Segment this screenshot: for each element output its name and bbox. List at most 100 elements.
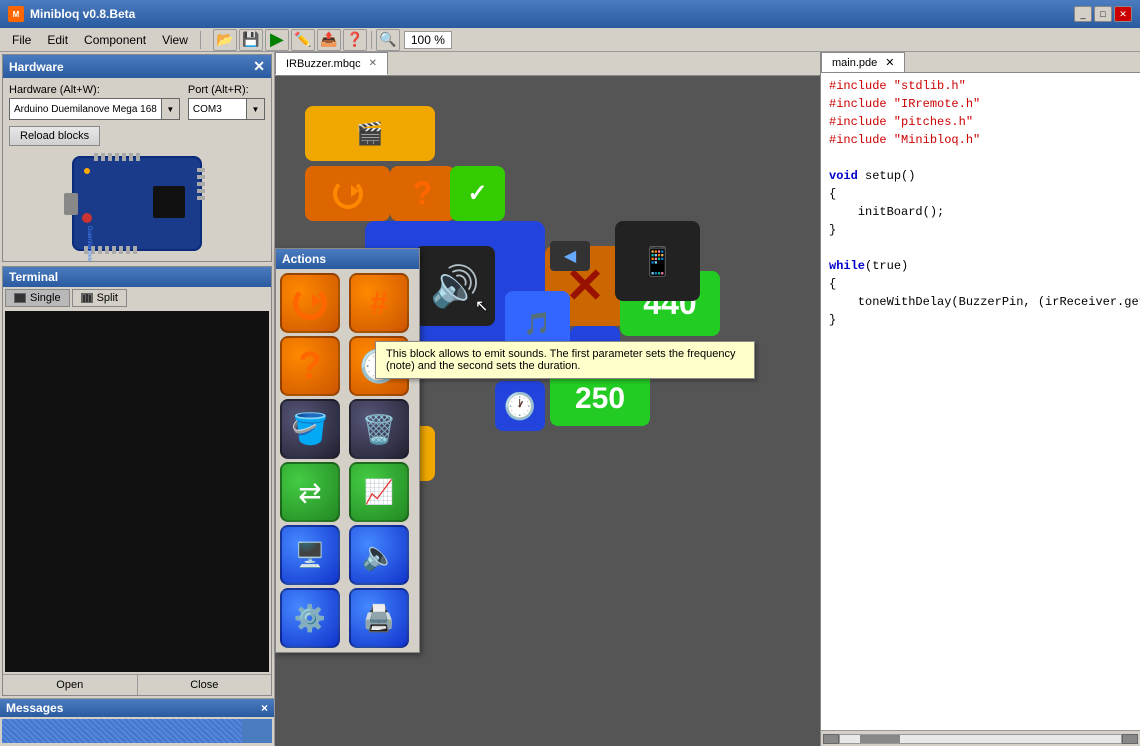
close-terminal-button[interactable]: Close (138, 675, 272, 695)
arrow-right-block[interactable]: ◀ (550, 241, 590, 271)
action-speaker-button[interactable]: 🔈 (349, 525, 409, 585)
port-value: COM3 (189, 104, 246, 115)
cylinder-icon: 🪣 (291, 412, 328, 447)
menu-bar: File Edit Component View 📂 💾 ▶ ✏️ 📤 ❓ 🔍 … (0, 28, 1140, 52)
hardware-title-label: Hardware (9, 60, 64, 74)
open-terminal-button[interactable]: Open (3, 675, 138, 695)
hardware-close-button[interactable]: ✕ (253, 58, 265, 75)
question-icon: ? (298, 345, 321, 388)
clock-block[interactable]: 🕐 (495, 381, 545, 431)
code-editor-body: #include "stdlib.h" #include "IRremote.h… (821, 73, 1140, 730)
block-tooltip: This block allows to emit sounds. The fi… (375, 341, 755, 379)
hardware-select[interactable]: Arduino Duemilanove Mega 168 ▼ (9, 98, 180, 120)
circular-block[interactable] (305, 166, 390, 221)
code-line-14: } (829, 311, 1132, 329)
code-line-5 (829, 149, 1132, 167)
menu-file[interactable]: File (4, 31, 39, 49)
hardware-section: Hardware ✕ Hardware (Alt+W): Arduino Due… (2, 54, 272, 262)
arduino-pins-left (197, 168, 205, 200)
upload-button[interactable]: 📤 (317, 29, 341, 51)
arduino-board-image: Duemilanove (72, 156, 202, 251)
printer-icon: 🖨️ (363, 603, 395, 634)
open-button[interactable]: 📂 (213, 29, 237, 51)
help-button[interactable]: ❓ (343, 29, 367, 51)
terminal-tab-split[interactable]: Split (72, 289, 127, 307)
messages-close-button[interactable]: × (261, 701, 268, 715)
code-line-9: } (829, 221, 1132, 239)
menu-view[interactable]: View (154, 31, 196, 49)
code-line-6: void setup() (829, 167, 1132, 185)
menu-edit[interactable]: Edit (39, 31, 76, 49)
run-button[interactable]: ▶ (265, 29, 289, 51)
code-line-2: #include "IRremote.h" (829, 95, 1132, 113)
arduino-usb (64, 193, 78, 215)
maximize-button[interactable]: □ (1094, 6, 1112, 22)
action-gear-button[interactable]: ⚙️ (280, 588, 340, 648)
num-250-block[interactable]: 250 (550, 371, 650, 426)
hardware-dropdown-arrow[interactable]: ▼ (161, 99, 179, 119)
editor-tab[interactable]: IRBuzzer.mbqc ✕ (275, 52, 388, 75)
action-printer-button[interactable]: 🖨️ (349, 588, 409, 648)
port-select[interactable]: COM3 ▼ (188, 98, 265, 120)
messages-stripes (2, 719, 272, 743)
edit-button[interactable]: ✏️ (291, 29, 315, 51)
hardware-body: Hardware (Alt+W): Arduino Duemilanove Me… (3, 78, 271, 261)
actions-panel: Actions # ? 🕐 🪣 🗑️ (275, 248, 420, 653)
action-hash-button[interactable]: # (349, 273, 409, 333)
action-rotate-button[interactable] (280, 273, 340, 333)
action-trash-button[interactable]: 🗑️ (349, 399, 409, 459)
action-cylinder-button[interactable]: 🪣 (280, 399, 340, 459)
zoom-level: 100 % (404, 31, 452, 49)
sound-symbol-icon: 🔊 (430, 263, 480, 310)
loop-block[interactable]: 🎬 (305, 106, 435, 161)
menu-component[interactable]: Component (76, 31, 154, 49)
messages-label: Messages (6, 701, 63, 715)
close-button[interactable]: ✕ (1114, 6, 1132, 22)
code-tab-close[interactable]: ✕ (885, 56, 894, 69)
code-horizontal-scrollbar[interactable] (821, 730, 1140, 746)
action-question-button[interactable]: ? (280, 336, 340, 396)
action-switch-button[interactable]: ⇄ (280, 462, 340, 522)
actions-title-label: Actions (282, 252, 326, 266)
circular-arrow-icon (333, 179, 363, 209)
toolbar: 📂 💾 ▶ ✏️ 📤 ❓ (213, 29, 367, 51)
save-button[interactable]: 💾 (239, 29, 263, 51)
code-line-12: { (829, 275, 1132, 293)
speaker-icon: 🔈 (362, 539, 397, 572)
zoom-icon[interactable]: 🔍 (376, 29, 400, 51)
toolbar-separator-2 (371, 31, 372, 49)
check-block[interactable]: ✓ (450, 166, 505, 221)
port-dropdown-arrow[interactable]: ▼ (246, 99, 264, 119)
chart-icon: 📈 (364, 478, 394, 507)
scroll-track[interactable] (839, 734, 1122, 744)
question-block[interactable]: ? (390, 166, 455, 221)
code-line-7: { (829, 185, 1132, 203)
monitor-icon: 🖥️ (295, 541, 325, 570)
action-monitor-button[interactable]: 🖥️ (280, 525, 340, 585)
arduino-chip (153, 186, 185, 218)
action-chart-button[interactable]: 📈 (349, 462, 409, 522)
hardware-label: Hardware (Alt+W): (9, 84, 180, 96)
window-controls[interactable]: _ □ ✕ (1074, 6, 1132, 22)
code-line-8: initBoard(); (829, 203, 1132, 221)
code-tab-main[interactable]: main.pde ✕ (821, 52, 905, 72)
hash-icon: # (370, 285, 388, 322)
terminal-title-bar: Terminal (3, 267, 271, 287)
terminal-tabs: Single Split (3, 287, 271, 309)
messages-title-bar: Messages × (0, 699, 274, 717)
code-tab-bar: main.pde ✕ (821, 52, 1140, 73)
reload-blocks-button[interactable]: Reload blocks (9, 126, 100, 146)
single-icon (14, 293, 26, 303)
ir-block[interactable]: 📱 (615, 221, 700, 301)
right-panel: main.pde ✕ #include "stdlib.h" #include … (820, 52, 1140, 746)
minimize-button[interactable]: _ (1074, 6, 1092, 22)
split-icon (81, 293, 93, 303)
terminal-tab-single[interactable]: Single (5, 289, 70, 307)
scroll-thumb[interactable] (860, 735, 900, 743)
toolbar-separator (200, 31, 201, 49)
app-icon: M (8, 6, 24, 22)
editor-tab-close[interactable]: ✕ (369, 58, 377, 69)
hardware-value: Arduino Duemilanove Mega 168 (10, 104, 161, 115)
actions-title-bar: Actions (276, 249, 419, 269)
code-line-3: #include "pitches.h" (829, 113, 1132, 131)
